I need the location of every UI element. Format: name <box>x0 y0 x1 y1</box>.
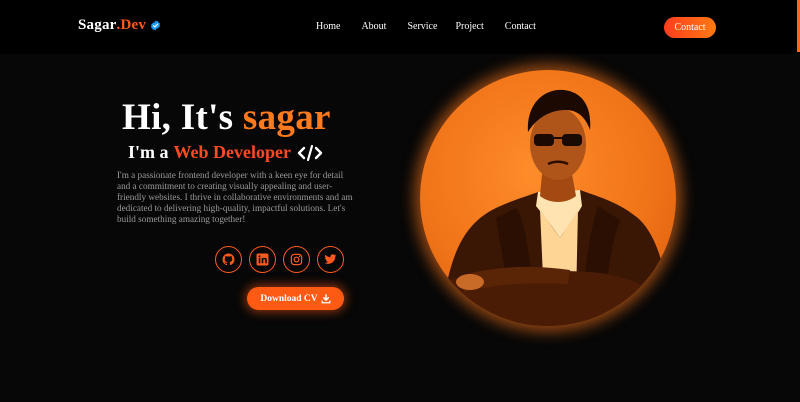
portrait-image <box>440 89 672 326</box>
logo[interactable]: Sagar .Dev <box>78 17 161 34</box>
role-highlight: Web Developer <box>173 142 291 162</box>
github-icon <box>222 253 235 266</box>
nav-link-home[interactable]: Home <box>316 21 340 32</box>
code-icon <box>297 144 323 161</box>
logo-main: Sagar <box>78 17 117 33</box>
contact-button[interactable]: Contact <box>664 17 716 38</box>
linkedin-link[interactable] <box>249 246 276 273</box>
instagram-icon <box>290 253 303 266</box>
nav-link-contact[interactable]: Contact <box>505 21 536 32</box>
download-icon <box>321 293 331 303</box>
twitter-icon <box>324 254 337 264</box>
nav-links: Home About Service Project Contact <box>316 21 536 32</box>
hero-greeting: Hi, It's <box>122 97 243 138</box>
linkedin-icon <box>256 253 269 266</box>
nav-link-about[interactable]: About <box>361 21 386 32</box>
nav-link-project[interactable]: Project <box>455 21 483 32</box>
navbar: Sagar .Dev Home About Service Project Con… <box>0 0 800 54</box>
twitter-link[interactable] <box>317 246 344 273</box>
role-prefix: I'm a <box>128 142 169 162</box>
profile-portrait <box>420 70 676 326</box>
nav-link-service[interactable]: Service <box>407 21 437 32</box>
hero-name: sagar <box>242 97 331 138</box>
social-links <box>215 246 344 273</box>
verified-badge-icon <box>151 20 161 31</box>
download-cv-button[interactable]: Download CV <box>247 287 344 310</box>
github-link[interactable] <box>215 246 242 273</box>
logo-accent: .Dev <box>116 17 147 33</box>
instagram-link[interactable] <box>283 246 310 273</box>
hero-description: I'm a passionate frontend developer with… <box>117 170 353 224</box>
hero-title: Hi, It's sagar <box>122 96 331 139</box>
download-cv-label: Download CV <box>260 293 318 304</box>
hero-role: I'm a Web Developer <box>128 142 323 163</box>
